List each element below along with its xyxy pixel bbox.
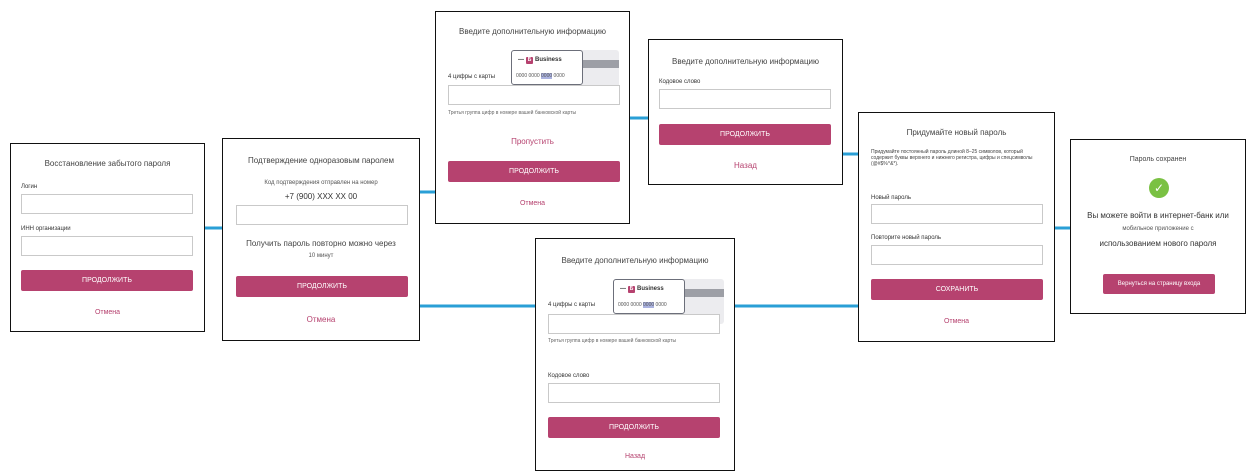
codeword-input[interactable] [548,383,720,403]
continue-button[interactable]: ПРОДОЛЖИТЬ [21,270,193,291]
screen-card-and-codeword: Введите дополнительную информацию — Б Busi… [535,238,735,471]
continue-button[interactable]: ПРОДОЛЖИТЬ [659,124,831,145]
login-label: Логин [21,184,38,190]
codeword-label: Кодовое слово [548,373,590,379]
screen-card-digits: Введите дополнительную информацию — Б Busi… [435,11,630,224]
inn-input[interactable] [21,236,193,256]
card-number: 0000 0000 0000 0000 [618,302,667,308]
card-number-highlight: 0000 [643,302,655,308]
card-title: Введите дополнительную информацию [458,27,607,36]
saved-title: Пароль сохранен [1129,156,1187,163]
saved-message-line3: использованием нового пароля [1099,239,1217,248]
inn-label: ИНН организации [21,226,71,232]
combined-title: Введите дополнительную информацию [561,256,709,265]
card-hint: Третья группа цифр в номере вашей банков… [548,338,677,344]
codeword-title: Введите дополнительную информацию [671,57,820,66]
screen-new-password: Придумайте новый пароль Придумайте посто… [858,112,1055,342]
otp-resend-text: Получить пароль повторно можно через [246,239,396,248]
new-password-input[interactable] [871,204,1043,224]
codeword-label: Кодовое слово [659,79,701,85]
otp-resend-time: 10 минут [308,253,334,259]
cancel-link[interactable]: Отмена [859,318,1054,325]
continue-button[interactable]: ПРОДОЛЖИТЬ [448,161,620,182]
back-link[interactable]: Назад [536,453,734,460]
bank-logo-icon: Б [628,286,635,293]
card-brand: — Б Business [518,57,562,64]
card-image: — Б Business 0000 0000 0000 0000 [511,50,583,85]
password-rules: Придумайте постоянный пароль длиной 8–25… [871,149,1033,167]
card-field-label: 4 цифры с карты [548,302,596,308]
login-input[interactable] [21,194,193,214]
check-circle-icon: ✓ [1149,178,1169,198]
new-password-title: Придумайте новый пароль [906,128,1007,137]
repeat-password-input[interactable] [871,245,1043,265]
saved-message-line2: мобильное приложение с [1122,226,1194,232]
screen-recover-password: Восстановление забытого пароля Логин ИНН… [10,143,205,332]
card-digits-input[interactable] [448,85,620,105]
card-image: — Б Business 0000 0000 0000 0000 [613,279,685,314]
otp-sent-text: Код подтверждения отправлен на номер [264,180,378,186]
back-link[interactable]: Назад [649,161,842,170]
cancel-link[interactable]: Отмена [223,315,419,324]
screen-codeword: Введите дополнительную информацию Кодово… [648,39,843,185]
recover-title: Восстановление забытого пароля [44,159,171,168]
back-to-login-button[interactable]: Вернуться на страницу входа [1103,274,1215,294]
cancel-link[interactable]: Отмена [436,200,629,207]
continue-button[interactable]: ПРОДОЛЖИТЬ [548,417,720,438]
repeat-password-label: Повторите новый пароль [871,235,942,241]
card-number: 0000 0000 0000 0000 [516,73,565,79]
otp-title: Подтверждение одноразовым паролем [248,156,394,165]
card-hint: Третья группа цифр в номере вашей банков… [448,110,577,116]
card-brand: — Б Business [620,286,664,293]
screen-otp-confirm: Подтверждение одноразовым паролем Код по… [222,138,420,341]
otp-code-input[interactable] [236,205,408,225]
card-number-highlight: 0000 [541,73,553,79]
screen-password-saved: Пароль сохранен ✓ Вы можете войти в инте… [1070,139,1246,314]
save-button[interactable]: СОХРАНИТЬ [871,279,1043,300]
skip-link[interactable]: Пропустить [436,137,629,146]
otp-phone: +7 (900) XXX XX 00 [284,192,358,201]
card-field-label: 4 цифры с карты [448,74,496,80]
continue-button[interactable]: ПРОДОЛЖИТЬ [236,276,408,297]
cancel-link[interactable]: Отмена [11,309,204,316]
card-digits-input[interactable] [548,314,720,334]
new-password-label: Новый пароль [871,195,911,201]
saved-message-line1: Вы можете войти в интернет-банк или [1087,211,1229,220]
bank-logo-icon: Б [526,57,533,64]
codeword-input[interactable] [659,89,831,109]
